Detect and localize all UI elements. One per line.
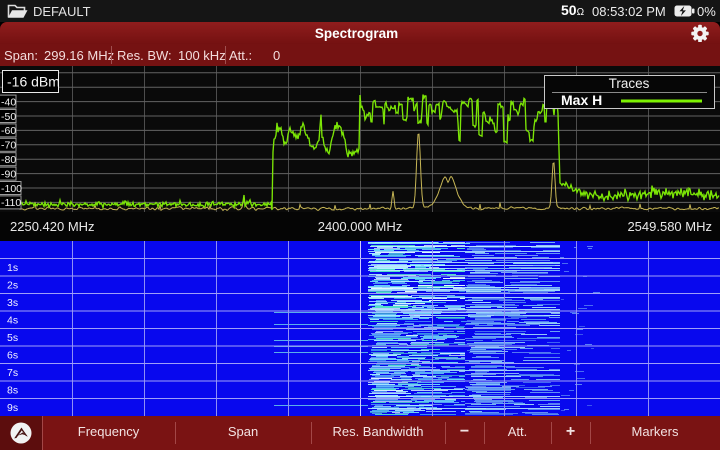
svg-text:-100: -100: [1, 183, 22, 195]
svg-text:Max H: Max H: [561, 92, 602, 108]
svg-text:-90: -90: [1, 168, 16, 180]
svg-text:Traces: Traces: [609, 76, 650, 91]
svg-text:-50: -50: [1, 111, 16, 123]
svg-text:-70: -70: [1, 140, 16, 152]
svg-text:-60: -60: [1, 125, 16, 137]
svg-text:6s: 6s: [7, 350, 18, 362]
svg-text:5s: 5s: [7, 332, 18, 344]
svg-text:1s: 1s: [7, 262, 18, 274]
svg-text:-110: -110: [1, 197, 21, 209]
svg-text:7s: 7s: [7, 367, 18, 379]
svg-text:9s: 9s: [7, 402, 18, 414]
svg-text:4s: 4s: [7, 315, 18, 327]
svg-text:2s: 2s: [7, 280, 18, 292]
svg-text:-80: -80: [1, 154, 16, 166]
svg-text:8s: 8s: [7, 385, 18, 397]
svg-text:-40: -40: [1, 96, 16, 108]
svg-text:-16 dBm: -16 dBm: [7, 74, 60, 90]
svg-text:3s: 3s: [7, 297, 18, 309]
